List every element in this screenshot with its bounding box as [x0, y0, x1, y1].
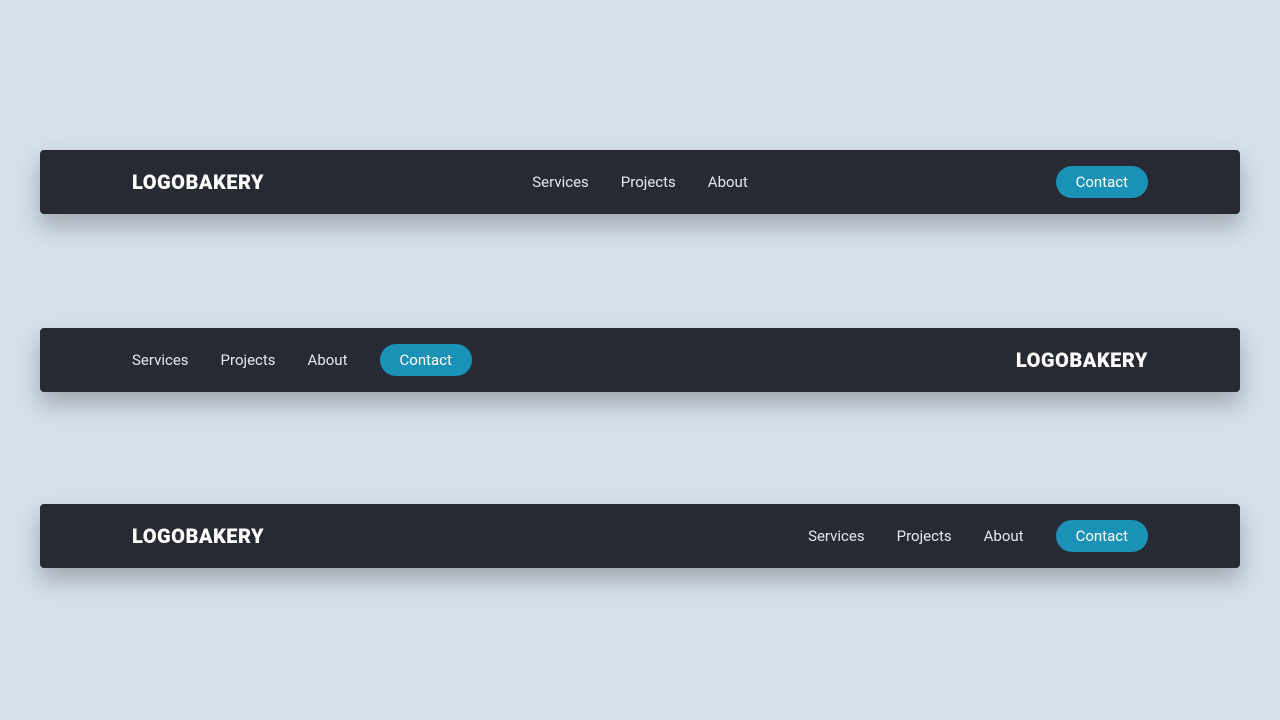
nav-links: Services Projects About Contact — [808, 520, 1148, 552]
nav-services[interactable]: Services — [532, 173, 589, 191]
brand-logo[interactable]: LOGOBAKERY — [1016, 348, 1148, 372]
nav-about[interactable]: About — [708, 173, 748, 191]
navbar-variant-1: LOGOBAKERY Services Projects About Conta… — [40, 150, 1240, 214]
nav-projects[interactable]: Projects — [621, 173, 676, 191]
nav-services[interactable]: Services — [808, 527, 865, 545]
contact-button[interactable]: Contact — [380, 344, 472, 376]
contact-button[interactable]: Contact — [1056, 520, 1148, 552]
nav-links: Services Projects About Contact — [132, 344, 472, 376]
nav-services[interactable]: Services — [132, 351, 189, 369]
brand-logo[interactable]: LOGOBAKERY — [132, 524, 264, 548]
layout-examples: LOGOBAKERY Services Projects About Conta… — [0, 0, 1280, 720]
nav-about[interactable]: About — [308, 351, 348, 369]
brand-logo[interactable]: LOGOBAKERY — [132, 170, 264, 194]
navbar-variant-3: LOGOBAKERY Services Projects About Conta… — [40, 504, 1240, 568]
navbar-variant-2: Services Projects About Contact LOGOBAKE… — [40, 328, 1240, 392]
contact-button[interactable]: Contact — [1056, 166, 1148, 198]
nav-projects[interactable]: Projects — [897, 527, 952, 545]
nav-about[interactable]: About — [984, 527, 1024, 545]
nav-projects[interactable]: Projects — [221, 351, 276, 369]
nav-links: Services Projects About — [532, 173, 748, 191]
